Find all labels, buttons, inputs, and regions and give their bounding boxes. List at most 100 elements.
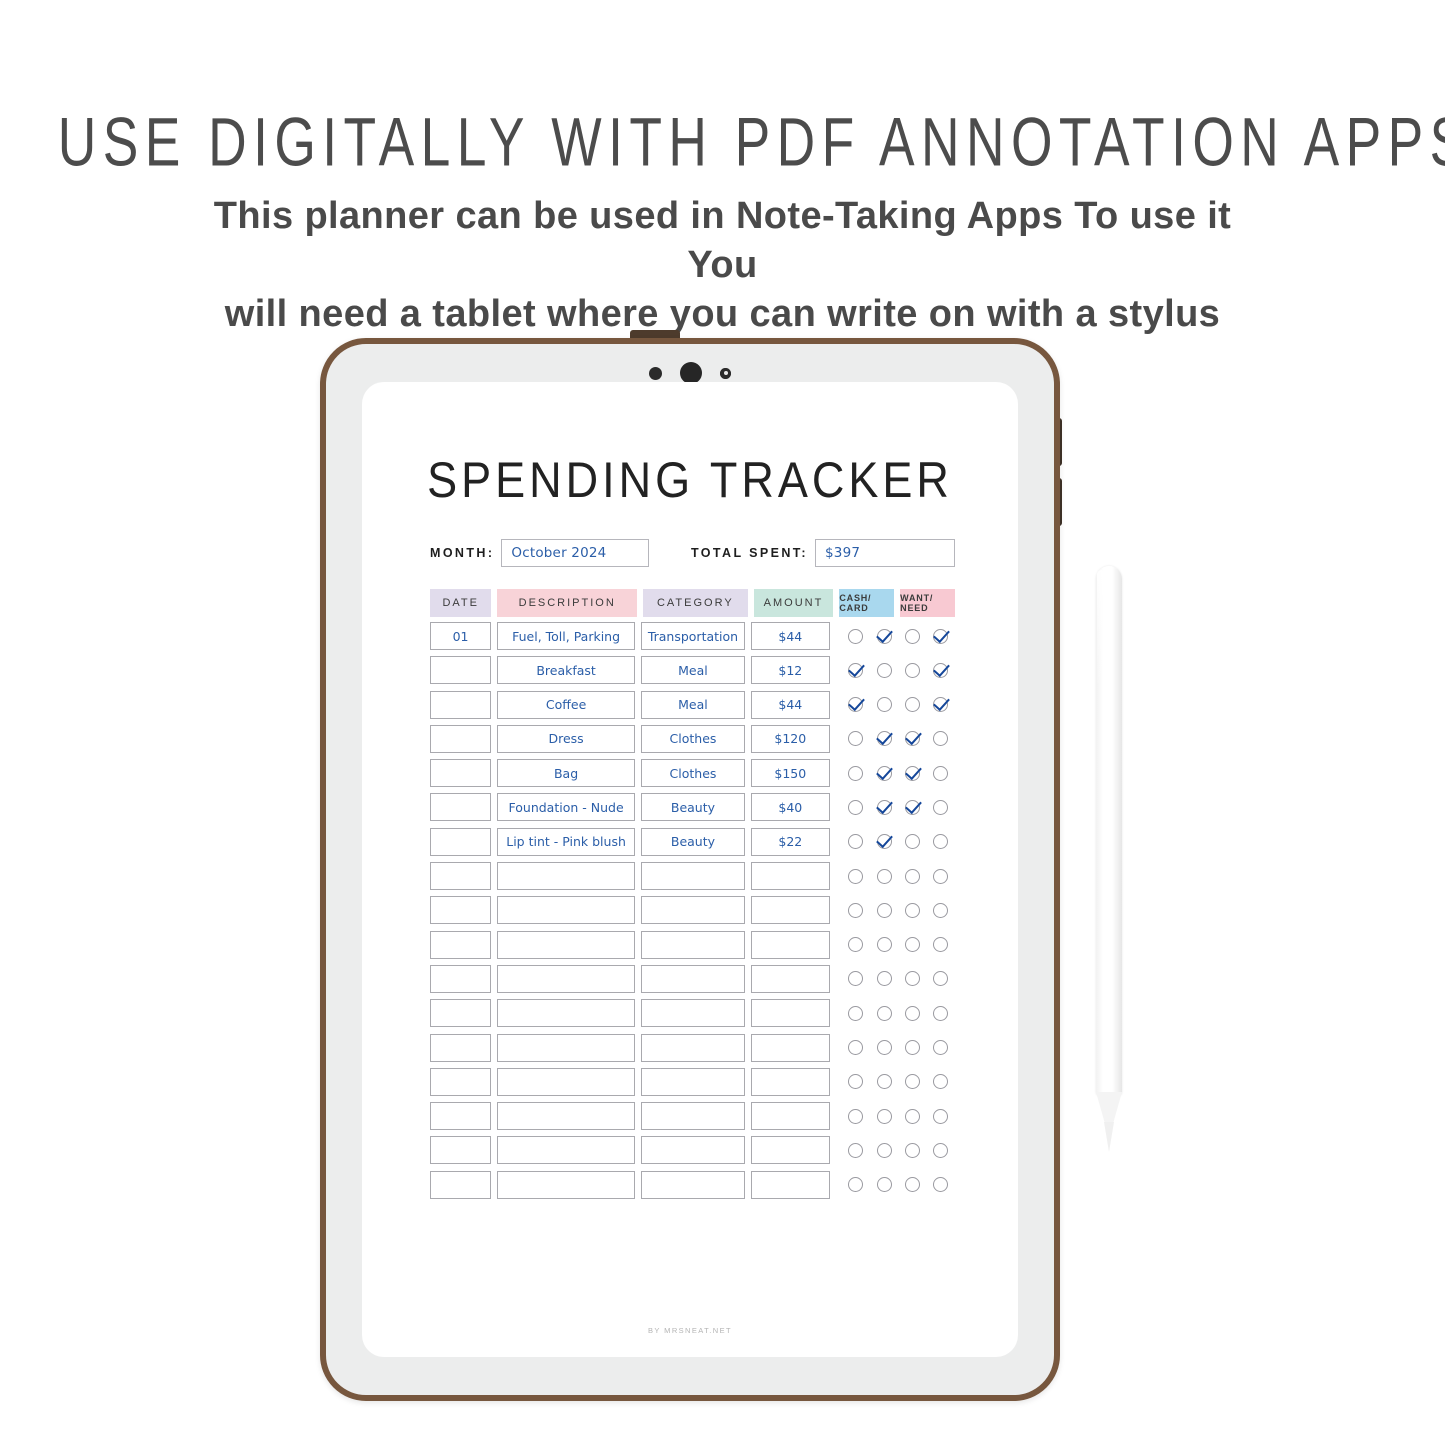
checkbox-card[interactable] (876, 628, 892, 644)
cell-amount[interactable] (750, 964, 830, 993)
tablet-screen[interactable]: SPENDING TRACKER MONTH: October 2024 TOT… (362, 382, 1018, 1357)
checkbox-want[interactable] (905, 1074, 921, 1090)
cell-category[interactable]: Meal (641, 690, 745, 719)
cell-amount[interactable] (750, 930, 830, 959)
checkbox-card[interactable] (876, 1177, 892, 1193)
cell-category[interactable]: Beauty (641, 793, 745, 822)
cell-description[interactable] (497, 1067, 636, 1096)
cell-date[interactable] (430, 964, 492, 993)
cell-category[interactable] (641, 896, 745, 925)
cell-category[interactable]: Meal (641, 656, 745, 685)
cell-amount[interactable] (750, 1067, 830, 1096)
cell-description[interactable]: Fuel, Toll, Parking (497, 622, 636, 650)
checkbox-cash[interactable] (848, 1074, 864, 1090)
cell-description[interactable] (497, 1033, 636, 1062)
checkbox-want[interactable] (905, 1040, 921, 1056)
cell-description[interactable]: Lip tint - Pink blush (497, 827, 636, 856)
cell-date[interactable] (430, 862, 492, 891)
checkbox-card[interactable] (876, 1005, 892, 1021)
checkbox-cash[interactable] (848, 1005, 864, 1021)
checkbox-need[interactable] (933, 1040, 949, 1056)
checkbox-cash[interactable] (848, 628, 864, 644)
cell-date[interactable] (430, 999, 492, 1028)
checkbox-card[interactable] (876, 1108, 892, 1124)
cell-amount[interactable]: $12 (750, 656, 830, 685)
checkbox-cash[interactable] (848, 697, 864, 713)
checkbox-want[interactable] (905, 662, 921, 678)
cell-description[interactable] (497, 1170, 636, 1199)
checkbox-cash[interactable] (848, 799, 864, 815)
checkbox-want[interactable] (905, 937, 921, 953)
cell-date[interactable] (430, 656, 492, 685)
checkbox-need[interactable] (933, 628, 949, 644)
checkbox-want[interactable] (905, 834, 921, 850)
cell-category[interactable] (641, 1170, 745, 1199)
cell-date[interactable]: 01 (430, 622, 492, 650)
cell-amount[interactable]: $120 (750, 724, 830, 753)
cell-amount[interactable] (750, 1136, 830, 1165)
checkbox-cash[interactable] (848, 765, 864, 781)
checkbox-cash[interactable] (848, 1142, 864, 1158)
checkbox-need[interactable] (933, 731, 949, 747)
checkbox-card[interactable] (876, 1074, 892, 1090)
checkbox-need[interactable] (933, 697, 949, 713)
checkbox-card[interactable] (876, 799, 892, 815)
checkbox-cash[interactable] (848, 731, 864, 747)
cell-category[interactable] (641, 999, 745, 1028)
checkbox-need[interactable] (933, 971, 949, 987)
cell-date[interactable] (430, 896, 492, 925)
cell-description[interactable] (497, 1136, 636, 1165)
checkbox-want[interactable] (905, 628, 921, 644)
checkbox-want[interactable] (905, 902, 921, 918)
checkbox-need[interactable] (933, 834, 949, 850)
cell-date[interactable] (430, 1136, 492, 1165)
checkbox-cash[interactable] (848, 937, 864, 953)
cell-amount[interactable] (750, 1102, 830, 1131)
cell-category[interactable]: Clothes (641, 759, 745, 788)
checkbox-need[interactable] (933, 765, 949, 781)
cell-amount[interactable] (750, 999, 830, 1028)
cell-description[interactable]: Breakfast (497, 656, 636, 685)
cell-description[interactable]: Bag (497, 759, 636, 788)
checkbox-card[interactable] (876, 971, 892, 987)
checkbox-need[interactable] (933, 868, 949, 884)
checkbox-card[interactable] (876, 697, 892, 713)
checkbox-need[interactable] (933, 902, 949, 918)
checkbox-cash[interactable] (848, 971, 864, 987)
cell-amount[interactable]: $44 (750, 690, 830, 719)
checkbox-cash[interactable] (848, 834, 864, 850)
cell-amount[interactable] (750, 1170, 830, 1199)
cell-amount[interactable]: $40 (750, 793, 830, 822)
cell-category[interactable] (641, 1067, 745, 1096)
total-spent-input[interactable]: $397 (815, 539, 955, 567)
cell-description[interactable]: Coffee (497, 690, 636, 719)
checkbox-cash[interactable] (848, 1177, 864, 1193)
cell-category[interactable] (641, 930, 745, 959)
cell-date[interactable] (430, 690, 492, 719)
checkbox-want[interactable] (905, 765, 921, 781)
checkbox-need[interactable] (933, 1074, 949, 1090)
month-input[interactable]: October 2024 (501, 539, 650, 567)
cell-category[interactable] (641, 862, 745, 891)
checkbox-want[interactable] (905, 731, 921, 747)
cell-description[interactable] (497, 896, 636, 925)
cell-date[interactable] (430, 1170, 492, 1199)
cell-category[interactable]: Clothes (641, 724, 745, 753)
checkbox-need[interactable] (933, 1142, 949, 1158)
cell-category[interactable] (641, 1102, 745, 1131)
cell-category[interactable]: Beauty (641, 827, 745, 856)
checkbox-want[interactable] (905, 1177, 921, 1193)
checkbox-cash[interactable] (848, 1040, 864, 1056)
cell-category[interactable] (641, 964, 745, 993)
cell-amount[interactable] (750, 1033, 830, 1062)
checkbox-want[interactable] (905, 1142, 921, 1158)
cell-date[interactable] (430, 724, 492, 753)
cell-amount[interactable] (750, 862, 830, 891)
checkbox-cash[interactable] (848, 1108, 864, 1124)
checkbox-want[interactable] (905, 1005, 921, 1021)
cell-amount[interactable] (750, 896, 830, 925)
checkbox-cash[interactable] (848, 662, 864, 678)
checkbox-need[interactable] (933, 799, 949, 815)
cell-description[interactable] (497, 862, 636, 891)
checkbox-card[interactable] (876, 1142, 892, 1158)
